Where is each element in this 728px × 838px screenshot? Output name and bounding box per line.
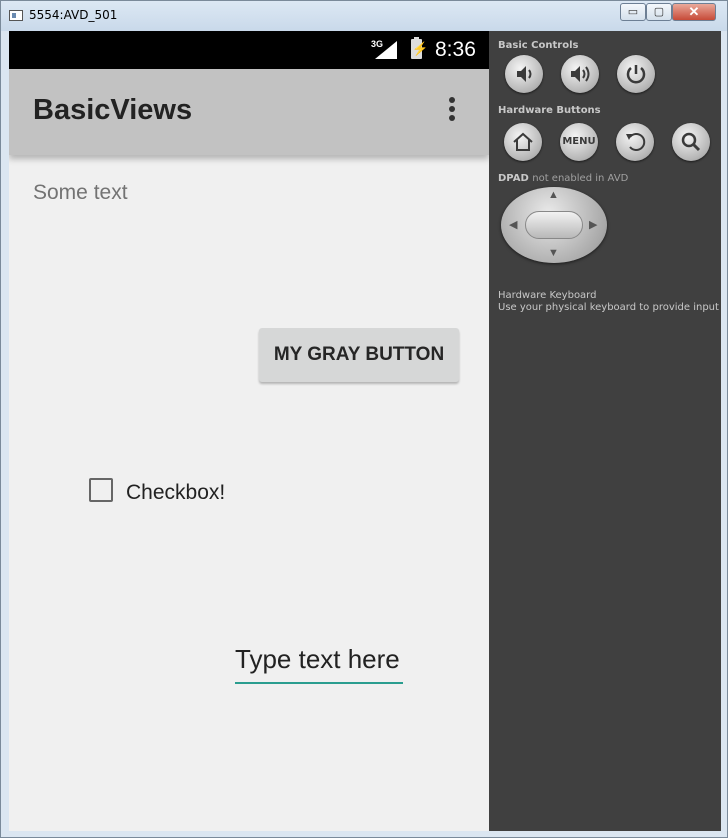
volume-down-icon[interactable] (505, 55, 543, 93)
checkbox-label[interactable]: Checkbox! (126, 481, 225, 505)
hardware-keyboard-note: Use your physical keyboard to provide in… (498, 302, 719, 313)
window-app-icon (9, 10, 23, 21)
back-icon[interactable] (616, 123, 654, 161)
dpad-control[interactable]: ▲ ▼ ◀ ▶ (501, 187, 607, 263)
action-bar: BasicViews (9, 69, 489, 155)
search-icon[interactable] (672, 123, 710, 161)
app-title: BasicViews (33, 94, 193, 126)
status-time: 8:36 (435, 38, 476, 61)
menu-button[interactable]: MENU (560, 123, 598, 161)
dpad-label: DPAD not enabled in AVD (498, 173, 629, 184)
dpad-left-icon[interactable]: ◀ (509, 218, 517, 231)
close-button[interactable]: ✕ (672, 3, 716, 21)
dpad-center-button[interactable] (525, 211, 583, 239)
dpad-down-icon[interactable]: ▼ (548, 247, 559, 259)
title-bar[interactable]: 5554:AVD_501 ▭ ▢ ✕ (1, 1, 727, 31)
power-icon[interactable] (617, 55, 655, 93)
hardware-keyboard-label: Hardware Keyboard (498, 290, 597, 301)
emulator-controls-panel: Basic Controls Hardware Buttons MENU DPA… (489, 31, 721, 831)
basic-controls-label: Basic Controls (498, 40, 579, 51)
dpad-note: not enabled in AVD (532, 173, 629, 184)
home-icon[interactable] (504, 123, 542, 161)
checkbox-box[interactable] (89, 478, 113, 502)
maximize-button[interactable]: ▢ (646, 3, 672, 21)
window-title: 5554:AVD_501 (29, 8, 118, 22)
gray-button[interactable]: MY GRAY BUTTON (259, 328, 459, 382)
hardware-buttons-label: Hardware Buttons (498, 105, 601, 116)
some-text-label: Some text (33, 181, 128, 204)
signal-icon (375, 41, 397, 59)
minimize-button[interactable]: ▭ (620, 3, 646, 21)
hardware-keyboard-info: Hardware Keyboard Use your physical keyb… (498, 290, 719, 314)
battery-icon: ⚡ (411, 37, 428, 59)
dpad-right-icon[interactable]: ▶ (589, 218, 597, 231)
dpad-up-icon[interactable]: ▲ (548, 189, 559, 201)
emulator-window: 5554:AVD_501 ▭ ▢ ✕ 3G ⚡ 8:36 BasicViews … (0, 0, 728, 838)
overflow-menu-icon[interactable] (445, 97, 459, 127)
status-bar: 3G ⚡ 8:36 (9, 31, 489, 69)
device-screen: 3G ⚡ 8:36 BasicViews Some text MY GRAY B… (9, 31, 489, 831)
volume-up-icon[interactable] (561, 55, 599, 93)
text-input[interactable] (235, 636, 403, 684)
